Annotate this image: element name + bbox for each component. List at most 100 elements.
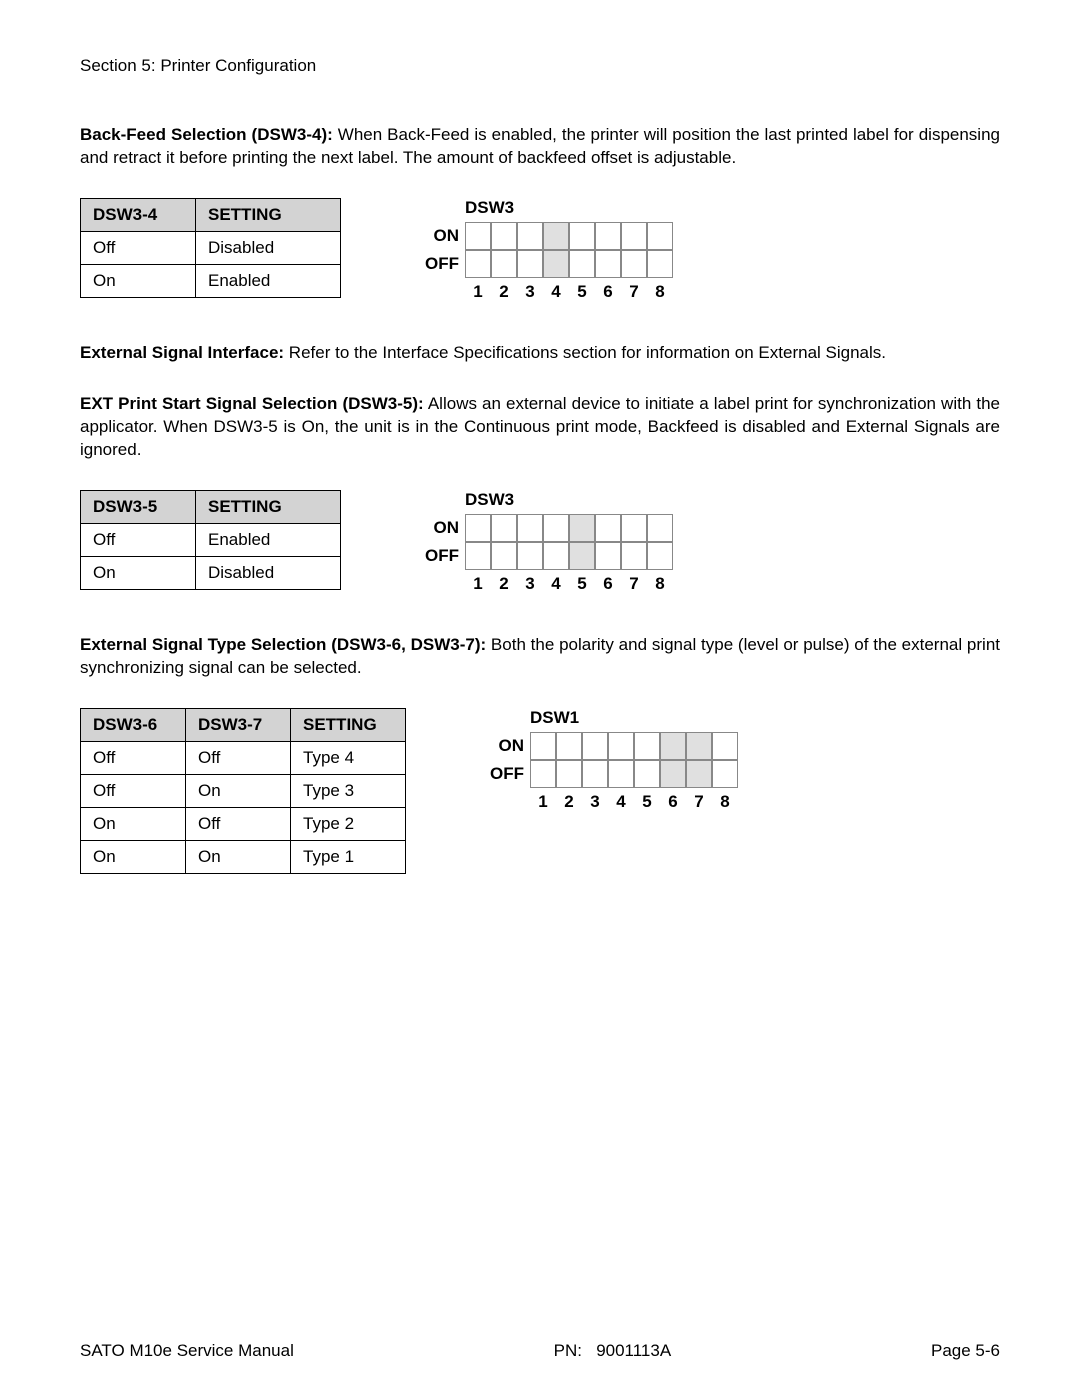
dip-diagram-dsw3-5: DSW3ONOFF12345678 <box>421 490 673 594</box>
table-header: SETTING <box>196 198 341 231</box>
dip-cell <box>491 250 517 278</box>
dip-diagram-dsw1: DSW1ONOFF12345678 <box>486 708 738 812</box>
dip-cell <box>517 542 543 570</box>
heading-ext-signal-type: External Signal Type Selection (DSW3-6, … <box>80 635 486 654</box>
dip-cell <box>569 222 595 250</box>
dip-number: 4 <box>543 282 569 302</box>
dip-on-label: ON <box>486 732 524 760</box>
table-cell: On <box>186 774 291 807</box>
dip-label: DSW1 <box>486 708 579 728</box>
dip-cell <box>543 514 569 542</box>
dip-number: 5 <box>569 574 595 594</box>
dip-number: 3 <box>517 282 543 302</box>
table-row: OnDisabled <box>81 556 341 589</box>
dip-cell <box>621 222 647 250</box>
dip-cell <box>608 760 634 788</box>
dip-number: 5 <box>634 792 660 812</box>
heading-ext-print-start: EXT Print Start Signal Selection (DSW3-5… <box>80 394 424 413</box>
dip-cell <box>491 514 517 542</box>
dip-cell <box>712 760 738 788</box>
table-cell: On <box>186 840 291 873</box>
dip-label: DSW3 <box>421 198 514 218</box>
table-header: DSW3-6 <box>81 708 186 741</box>
table-cell: Off <box>81 741 186 774</box>
dip-cell <box>595 514 621 542</box>
dip-number: 8 <box>647 574 673 594</box>
table-header: SETTING <box>196 490 341 523</box>
table-row: OffOnType 3 <box>81 774 406 807</box>
table-cell: Type 4 <box>291 741 406 774</box>
dip-cell <box>569 250 595 278</box>
footer-pn-label: PN: <box>554 1341 582 1360</box>
paragraph-backfeed: Back-Feed Selection (DSW3-4): When Back-… <box>80 124 1000 170</box>
dip-number: 7 <box>621 574 647 594</box>
dip-cell <box>465 542 491 570</box>
dip-number: 7 <box>686 792 712 812</box>
dip-on-label: ON <box>421 514 459 542</box>
body-ext-signal-interface: Refer to the Interface Specifications se… <box>284 343 886 362</box>
dip-cell <box>543 250 569 278</box>
paragraph-ext-signal-type: External Signal Type Selection (DSW3-6, … <box>80 634 1000 680</box>
dip-cell <box>634 760 660 788</box>
table-header: DSW3-4 <box>81 198 196 231</box>
table-cell: On <box>81 264 196 297</box>
table-cell: Type 1 <box>291 840 406 873</box>
table-cell: On <box>81 556 196 589</box>
table-row: OffEnabled <box>81 523 341 556</box>
dip-cell <box>491 222 517 250</box>
dip-number: 7 <box>621 282 647 302</box>
dip-number: 1 <box>530 792 556 812</box>
dip-cell <box>569 542 595 570</box>
dip-number: 6 <box>660 792 686 812</box>
table-dsw3-6-7: DSW3-6DSW3-7SETTINGOffOffType 4OffOnType… <box>80 708 406 874</box>
footer-manual-title: SATO M10e Service Manual <box>80 1341 294 1361</box>
dip-cell <box>595 250 621 278</box>
dip-cell <box>530 760 556 788</box>
table-cell: Enabled <box>196 264 341 297</box>
dip-cell <box>647 514 673 542</box>
footer-part-number: PN: 9001113A <box>554 1341 672 1361</box>
table-cell: Off <box>81 774 186 807</box>
dip-number: 6 <box>595 574 621 594</box>
heading-backfeed: Back-Feed Selection (DSW3-4): <box>80 125 333 144</box>
table-row: OnOffType 2 <box>81 807 406 840</box>
dip-number: 6 <box>595 282 621 302</box>
dip-cell <box>517 250 543 278</box>
dip-cell <box>556 760 582 788</box>
table-dsw3-5: DSW3-5SETTINGOffEnabledOnDisabled <box>80 490 341 590</box>
dip-cell <box>621 250 647 278</box>
dip-cell <box>621 514 647 542</box>
paragraph-ext-signal-interface: External Signal Interface: Refer to the … <box>80 342 1000 365</box>
table-row: OnEnabled <box>81 264 341 297</box>
dip-cell <box>465 222 491 250</box>
dip-cell <box>465 514 491 542</box>
table-row: OffOffType 4 <box>81 741 406 774</box>
dip-cell <box>686 732 712 760</box>
dip-number: 4 <box>608 792 634 812</box>
dip-number: 3 <box>582 792 608 812</box>
page-footer: SATO M10e Service Manual PN: 9001113A Pa… <box>80 1341 1000 1361</box>
table-dsw3-4: DSW3-4SETTINGOffDisabledOnEnabled <box>80 198 341 298</box>
dip-diagram-dsw3-4: DSW3ONOFF12345678 <box>421 198 673 302</box>
dip-cell <box>517 222 543 250</box>
table-cell: Type 2 <box>291 807 406 840</box>
dip-cell <box>569 514 595 542</box>
dip-cell <box>556 732 582 760</box>
table-header: DSW3-5 <box>81 490 196 523</box>
table-cell: Off <box>186 741 291 774</box>
dip-cell <box>660 760 686 788</box>
paragraph-ext-print-start: EXT Print Start Signal Selection (DSW3-5… <box>80 393 1000 462</box>
table-header: DSW3-7 <box>186 708 291 741</box>
dip-cell <box>608 732 634 760</box>
dip-cell <box>517 514 543 542</box>
dip-cell <box>647 542 673 570</box>
dip-number: 2 <box>491 282 517 302</box>
table-row: OffDisabled <box>81 231 341 264</box>
footer-page-number: Page 5-6 <box>931 1341 1000 1361</box>
dip-number: 8 <box>712 792 738 812</box>
table-cell: Off <box>81 523 196 556</box>
dip-number: 8 <box>647 282 673 302</box>
dip-cell <box>543 542 569 570</box>
dip-cell <box>582 732 608 760</box>
table-cell: Disabled <box>196 231 341 264</box>
